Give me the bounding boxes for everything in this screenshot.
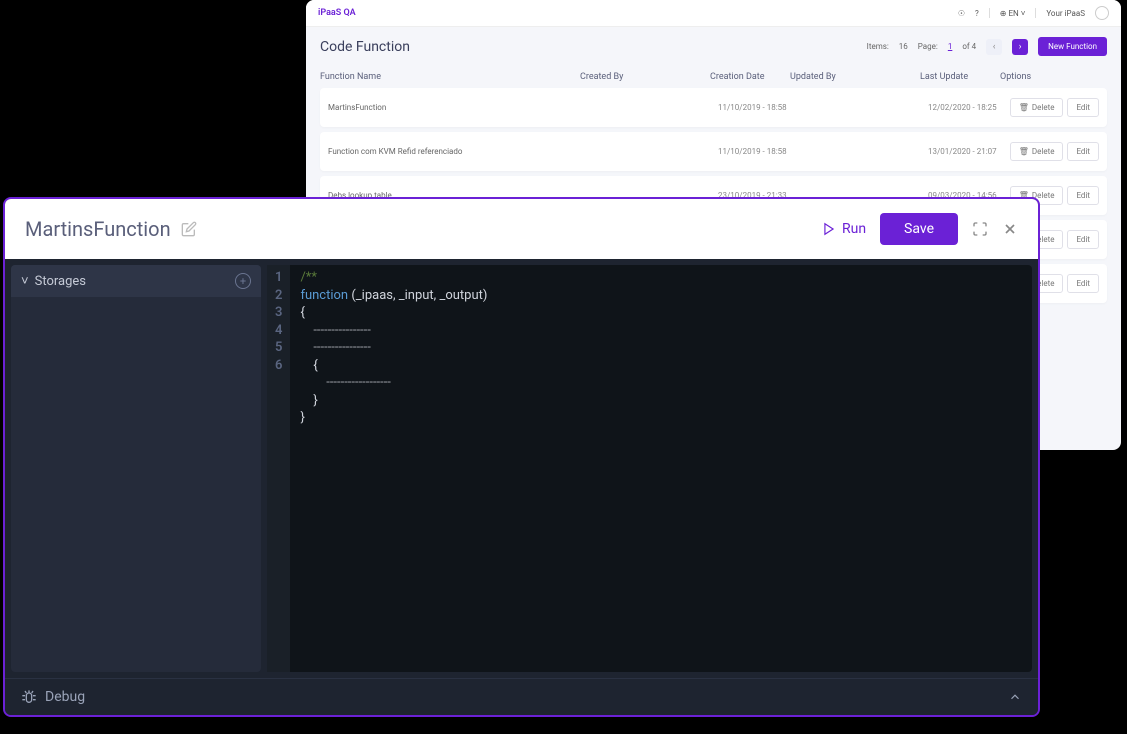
- table-row[interactable]: MartinsFunction 11/10/2019 - 18:58 12/02…: [320, 88, 1107, 127]
- edit-button[interactable]: Edit: [1067, 98, 1099, 117]
- avatar[interactable]: [1095, 6, 1109, 20]
- header-right: ☉ ? ⊕ EN ˅ Your iPaaS: [958, 6, 1109, 20]
- list-title-row: Code Function Items: 16 Page: 1 of 4 ‹ ›…: [306, 27, 1121, 66]
- storages-panel: ˅ Storages +: [11, 265, 261, 672]
- items-count: 16: [899, 42, 908, 51]
- save-button[interactable]: Save: [880, 213, 958, 245]
- page-current[interactable]: 1: [948, 42, 953, 51]
- delete-button[interactable]: 🗑Delete: [1010, 98, 1064, 117]
- edit-title-icon[interactable]: [181, 221, 197, 237]
- help-icon[interactable]: ?: [975, 9, 979, 18]
- bell-icon[interactable]: ☉: [958, 9, 965, 18]
- code-content[interactable]: /** function (_ipaas, _input, _output) {…: [290, 265, 497, 672]
- bug-icon: [21, 689, 37, 705]
- delete-button[interactable]: 🗑Delete: [1010, 142, 1064, 161]
- app-header: iPaaS QA ☉ ? ⊕ EN ˅ Your iPaaS: [306, 0, 1121, 27]
- run-button[interactable]: Run: [822, 221, 866, 237]
- trash-icon: 🗑: [1019, 147, 1029, 156]
- pagination: Items: 16 Page: 1 of 4 ‹ › New Function: [867, 37, 1107, 56]
- chevron-down-icon: ˅: [21, 273, 29, 289]
- fullscreen-icon[interactable]: [972, 221, 988, 237]
- debug-label: Debug: [45, 689, 85, 705]
- lang-selector[interactable]: ⊕ EN ˅: [1000, 9, 1026, 18]
- next-page-button[interactable]: ›: [1012, 39, 1028, 55]
- edit-button[interactable]: Edit: [1067, 142, 1099, 161]
- col-updated-by: Updated By: [790, 72, 920, 82]
- col-creation-date: Creation Date: [710, 72, 790, 82]
- code-editor-panel: MartinsFunction Run Save ˅ Storages +: [3, 197, 1040, 717]
- table-header: Function Name Created By Creation Date U…: [320, 66, 1107, 88]
- prev-page-button[interactable]: ‹: [986, 39, 1002, 55]
- table-row[interactable]: Function com KVM Refid referenciado 11/1…: [320, 132, 1107, 171]
- edit-button[interactable]: Edit: [1067, 230, 1099, 249]
- code-editor[interactable]: 1 2 3 4 5 6 /** function (_ipaas, _input…: [267, 265, 1032, 672]
- page-title: Code Function: [320, 39, 410, 55]
- user-label: Your iPaaS: [1046, 9, 1085, 18]
- editor-header: MartinsFunction Run Save: [5, 199, 1038, 259]
- storages-header[interactable]: ˅ Storages +: [11, 265, 261, 297]
- page-label: Page:: [918, 42, 938, 51]
- play-icon: [822, 222, 836, 236]
- add-storage-button[interactable]: +: [235, 273, 251, 289]
- storages-label: Storages: [35, 274, 86, 289]
- new-function-button[interactable]: New Function: [1038, 37, 1107, 56]
- col-last-update: Last Update: [920, 72, 1000, 82]
- debug-bar[interactable]: Debug: [5, 678, 1038, 715]
- col-created-by: Created By: [580, 72, 710, 82]
- line-gutter: 1 2 3 4 5 6: [267, 265, 290, 672]
- editor-title: MartinsFunction: [25, 217, 171, 241]
- trash-icon: 🗑: [1019, 103, 1029, 112]
- col-options: Options: [1000, 72, 1060, 82]
- chevron-up-icon[interactable]: [1008, 690, 1022, 704]
- col-function-name: Function Name: [320, 72, 580, 82]
- edit-button[interactable]: Edit: [1067, 274, 1099, 293]
- edit-button[interactable]: Edit: [1067, 186, 1099, 205]
- close-icon[interactable]: [1002, 221, 1018, 237]
- items-label: Items:: [867, 42, 889, 51]
- page-total: of 4: [962, 42, 976, 51]
- app-name: iPaaS QA: [318, 8, 356, 18]
